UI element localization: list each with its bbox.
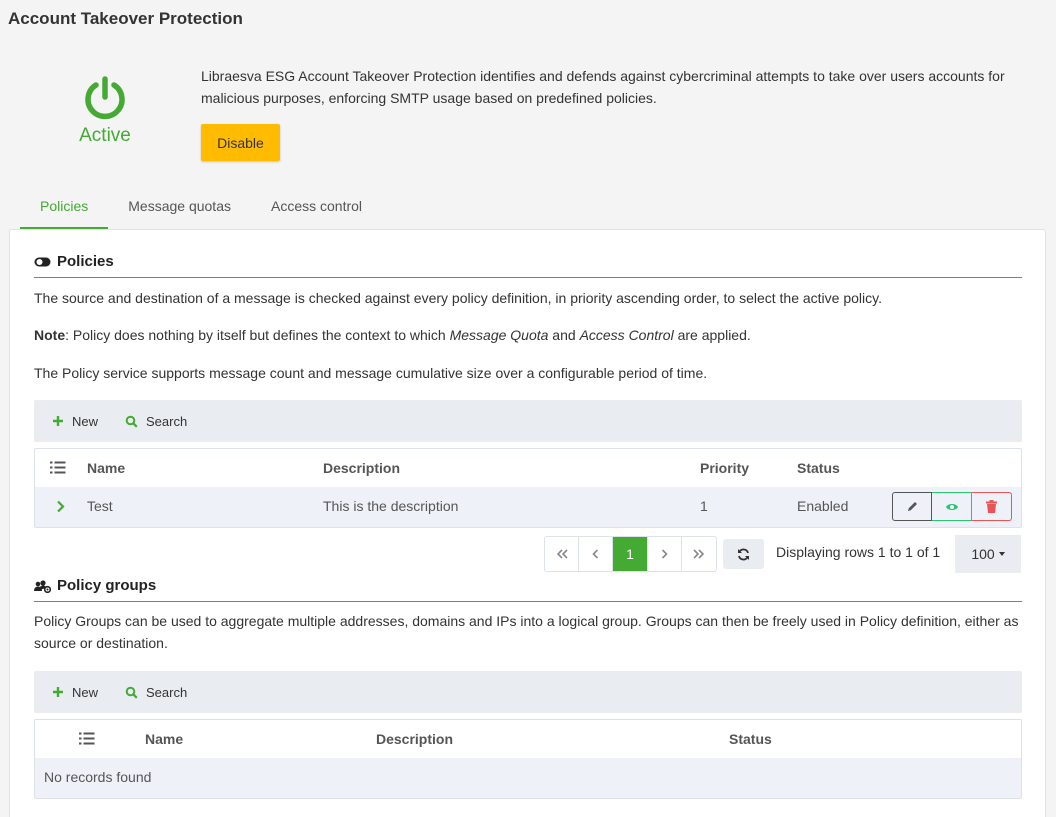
tab-bar: Policies Message quotas Access control — [20, 188, 382, 229]
col-description[interactable]: Description — [323, 460, 400, 476]
policies-toolbar: New Search — [34, 400, 1022, 442]
list-icon[interactable] — [50, 461, 66, 474]
cell-name: Test — [87, 498, 113, 514]
first-page-button[interactable] — [545, 537, 579, 571]
row-actions — [892, 492, 1012, 521]
policy-groups-table-header: Name Description Status — [35, 720, 1021, 758]
policy-groups-intro: Policy Groups can be used to aggregate m… — [34, 613, 1019, 651]
status-block: Active — [68, 76, 142, 147]
search-policy-label: Search — [146, 413, 188, 429]
tab-access-control[interactable]: Access control — [251, 188, 382, 229]
group-col-description[interactable]: Description — [376, 731, 453, 747]
group-col-status[interactable]: Status — [729, 731, 772, 747]
search-group-button[interactable]: Search — [125, 685, 187, 700]
next-page-button[interactable] — [648, 537, 682, 571]
prev-page-button[interactable] — [579, 537, 613, 571]
group-col-name[interactable]: Name — [145, 731, 183, 747]
page-size-value: 100 — [971, 546, 995, 562]
search-policy-button[interactable]: Search — [125, 414, 187, 429]
cell-description: This is the description — [323, 498, 459, 514]
search-icon — [125, 686, 138, 699]
disable-button[interactable]: Disable — [201, 124, 280, 161]
plus-icon — [53, 687, 63, 697]
list-icon[interactable] — [79, 732, 95, 745]
new-group-label: New — [72, 684, 99, 700]
new-policy-label: New — [72, 413, 99, 429]
page-size-dropdown[interactable]: 100 — [955, 535, 1021, 573]
note-text-1: : Policy does nothing by itself but defi… — [65, 327, 450, 343]
pencil-icon — [907, 502, 917, 511]
chevron-right-icon[interactable] — [56, 500, 65, 513]
page-title: Account Takeover Protection — [8, 9, 243, 28]
note-text-2: and — [548, 327, 580, 343]
col-status[interactable]: Status — [797, 460, 840, 476]
empty-row: No records found — [35, 758, 1021, 798]
last-page-icon — [693, 549, 705, 559]
policies-panel: Policies The source and destination of a… — [9, 229, 1046, 817]
caret-down-icon — [998, 552, 1005, 556]
policies-heading: Policies — [57, 253, 114, 270]
refresh-icon — [738, 548, 749, 560]
first-page-icon — [556, 549, 568, 559]
note-em-access-control: Access Control — [579, 327, 674, 343]
new-policy-button[interactable]: New — [52, 414, 98, 429]
refresh-button[interactable] — [723, 539, 764, 569]
note-em-message-quota: Message Quota — [449, 327, 549, 343]
power-icon — [85, 76, 125, 120]
pagination: 1 — [544, 536, 717, 572]
eye-icon — [945, 503, 958, 510]
policies-service-info: The Policy service supports message coun… — [34, 365, 708, 381]
empty-message: No records found — [44, 769, 152, 785]
col-priority[interactable]: Priority — [700, 460, 749, 476]
policies-intro: The source and destination of a message … — [34, 290, 882, 306]
policies-table: Name Description Priority Status Test Th… — [34, 448, 1022, 528]
policy-groups-toolbar: New Search — [34, 671, 1022, 713]
toggle-icon — [34, 257, 51, 267]
status-label: Active — [79, 125, 131, 146]
policies-note: Note: Policy does nothing by itself but … — [34, 324, 1024, 346]
rows-info: Displaying rows 1 to 1 of 1 — [776, 544, 941, 560]
new-group-button[interactable]: New — [52, 685, 98, 700]
col-name[interactable]: Name — [87, 460, 125, 476]
search-group-label: Search — [146, 684, 188, 700]
last-page-button[interactable] — [682, 537, 716, 571]
tab-message-quotas[interactable]: Message quotas — [108, 188, 251, 229]
policy-groups-table: Name Description Status No records found — [34, 719, 1022, 799]
view-button[interactable] — [932, 492, 972, 521]
next-page-icon — [661, 549, 668, 559]
page-1-button[interactable]: 1 — [613, 537, 648, 571]
search-icon — [125, 415, 138, 428]
trash-icon — [986, 500, 997, 513]
plus-icon — [53, 416, 63, 426]
policies-table-header: Name Description Priority Status — [35, 449, 1021, 487]
note-text-3: are applied. — [673, 327, 751, 343]
cell-priority: 1 — [700, 498, 708, 514]
cell-status: Enabled — [797, 498, 849, 514]
intro-description: Libraesva ESG Account Takeover Protectio… — [201, 68, 1005, 106]
edit-button[interactable] — [892, 492, 932, 521]
policy-groups-section-header: Policy groups — [34, 578, 1022, 602]
policy-groups-heading: Policy groups — [57, 577, 157, 594]
tab-policies[interactable]: Policies — [20, 188, 109, 229]
policies-section-header: Policies — [34, 254, 1022, 278]
prev-page-icon — [592, 549, 599, 559]
table-row: Test This is the description 1 Enabled — [35, 487, 1021, 527]
note-label: Note — [34, 327, 66, 343]
delete-button[interactable] — [972, 492, 1012, 521]
users-cog-icon — [34, 580, 51, 593]
